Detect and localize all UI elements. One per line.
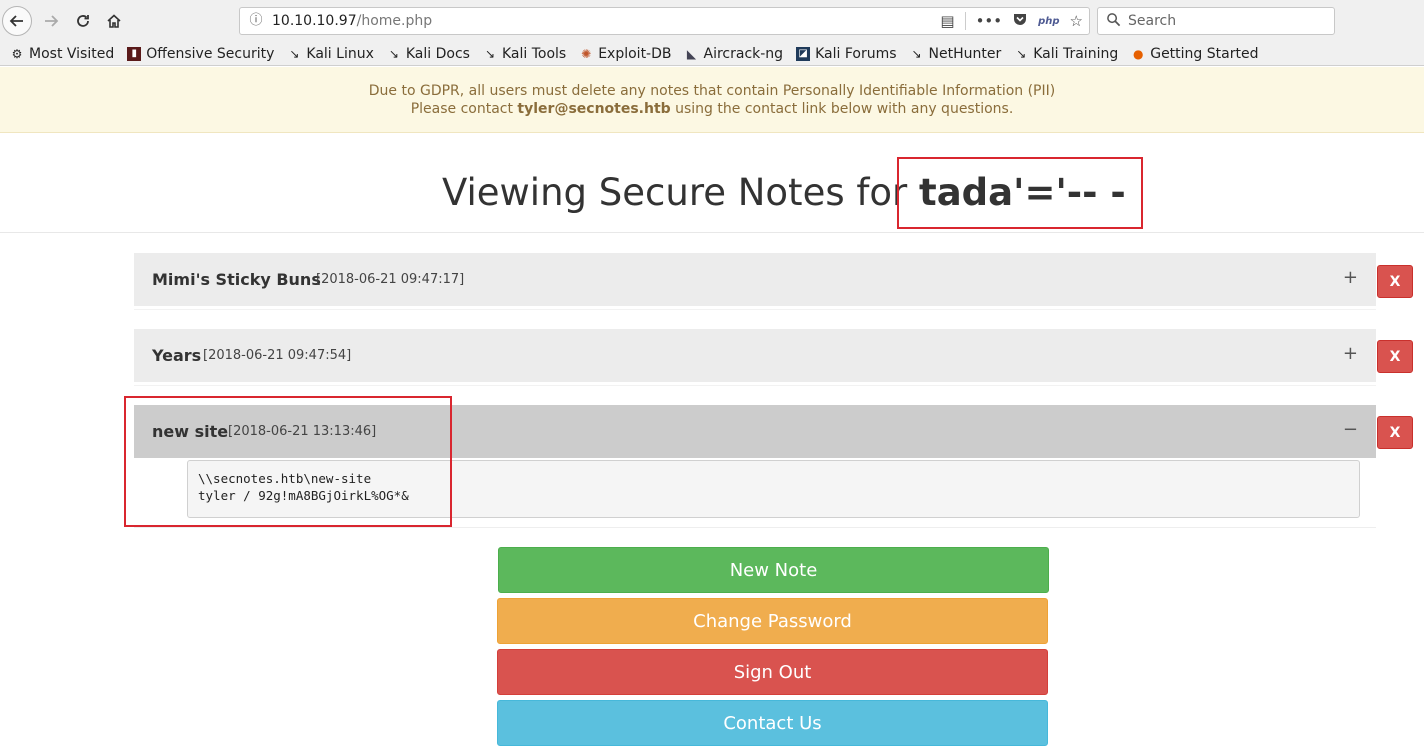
forward-button[interactable] <box>36 6 66 36</box>
bookmark-offensive-security[interactable]: ▮ Offensive Security <box>127 46 274 62</box>
arrow-left-icon <box>9 15 23 27</box>
note-date: [2018-06-21 09:47:17] <box>316 272 465 287</box>
bookmark-label: NetHunter <box>928 45 1002 62</box>
bookmark-kali-training[interactable]: ↘ Kali Training <box>1014 46 1118 62</box>
home-button[interactable] <box>99 6 129 36</box>
bookmark-label: Kali Training <box>1033 45 1119 62</box>
bookmark-label: Exploit-DB <box>598 45 672 62</box>
sign-out-button[interactable]: Sign Out <box>497 649 1048 695</box>
bookmark-label: Offensive Security <box>146 45 275 62</box>
bookmark-label: Kali Forums <box>815 45 897 62</box>
url-host: 10.10.10.97 <box>272 13 357 29</box>
bookmark-most-visited[interactable]: ⚙ Most Visited <box>10 45 115 62</box>
reload-button[interactable] <box>68 6 98 36</box>
php-icon[interactable]: php <box>1038 16 1059 27</box>
bookmark-exploit-db[interactable]: ✺ Exploit-DB <box>579 46 671 62</box>
back-button[interactable] <box>2 6 32 36</box>
bookmark-kali-tools[interactable]: ↘ Kali Tools <box>483 46 566 62</box>
reload-icon <box>77 15 89 27</box>
alert-line-1: Due to GDPR, all users must delete any n… <box>368 83 1056 99</box>
bookmark-label: Kali Docs <box>405 45 470 62</box>
url-path: /home.php <box>356 13 433 29</box>
note-date: [2018-06-21 09:47:54] <box>203 348 352 363</box>
url-actions: ▤ ••• php ☆ <box>940 11 1083 31</box>
username-highlight-box <box>897 157 1143 229</box>
gdpr-alert: Due to GDPR, all users must delete any n… <box>0 67 1424 133</box>
delete-note-button[interactable]: X <box>1377 416 1413 449</box>
new-note-button[interactable]: New Note <box>498 547 1049 593</box>
note-title: Years <box>152 346 202 365</box>
bookmark-label: Kali Linux <box>306 45 374 62</box>
reader-view-icon[interactable]: ▤ <box>940 12 954 30</box>
divider <box>964 12 966 30</box>
offsec-icon: ▮ <box>127 46 142 61</box>
home-icon <box>107 14 121 28</box>
url-bar[interactable]: ⓘ 10.10.10.97/home.php ▤ ••• php ☆ <box>239 7 1090 35</box>
delete-note-button[interactable]: X <box>1377 340 1413 373</box>
bookmark-label: Kali Tools <box>501 45 567 62</box>
bookmark-kali-docs[interactable]: ↘ Kali Docs <box>387 46 470 62</box>
bookmark-label: Aircrack-ng <box>703 45 784 62</box>
contact-us-button[interactable]: Contact Us <box>497 700 1048 746</box>
bookmark-star-icon[interactable]: ☆ <box>1070 12 1083 30</box>
alert-prefix: Please contact <box>410 101 518 117</box>
divider <box>134 382 1376 386</box>
bookmark-label: Getting Started <box>1150 45 1259 62</box>
note-header[interactable]: Years [2018-06-21 09:47:54] + <box>134 329 1376 382</box>
delete-note-button[interactable]: X <box>1377 265 1413 298</box>
bookmarks-toolbar: ⚙ Most Visited ▮ Offensive Security ↘ Kali … <box>0 42 1424 66</box>
contact-email: tyler@secnotes.htb <box>517 101 671 117</box>
kali-dragon-icon: ↘ <box>484 46 495 61</box>
browser-toolbar: ⓘ 10.10.10.97/home.php ▤ ••• php ☆ <box>0 0 1424 42</box>
search-bar[interactable] <box>1097 7 1335 35</box>
info-icon[interactable]: ⓘ <box>248 13 264 29</box>
note-highlight-box <box>124 396 452 527</box>
search-icon <box>1106 12 1121 31</box>
bookmark-kali-forums[interactable]: ◪ Kali Forums <box>796 45 897 62</box>
kali-dragon-icon: ↘ <box>911 46 922 61</box>
search-input[interactable] <box>1128 13 1328 29</box>
kali-dragon-icon: ↘ <box>388 46 399 61</box>
kali-forums-icon: ◪ <box>796 46 811 61</box>
pocket-icon[interactable] <box>1012 11 1028 31</box>
more-actions-icon[interactable]: ••• <box>976 12 1003 30</box>
kali-dragon-icon: ↘ <box>1016 46 1027 61</box>
alert-line-2: Please contact tyler@secnotes.htb using … <box>0 100 1424 118</box>
bookmark-aircrack-ng[interactable]: ◣ Aircrack-ng <box>685 45 784 62</box>
change-password-button[interactable]: Change Password <box>497 598 1048 644</box>
expand-icon[interactable]: + <box>1343 343 1358 364</box>
title-prefix: Viewing Secure Notes for <box>442 171 920 214</box>
page-header: Viewing Secure Notes for tada'='-- - <box>0 133 1424 233</box>
kali-dragon-icon: ↘ <box>289 46 300 61</box>
url-text[interactable]: 10.10.10.97/home.php <box>272 13 432 29</box>
bookmark-label: Most Visited <box>29 45 115 62</box>
note-item: Years [2018-06-21 09:47:54] + <box>134 329 1376 386</box>
firefox-icon: ● <box>1132 46 1144 61</box>
expand-icon[interactable]: + <box>1343 267 1358 288</box>
bookmark-nethunter[interactable]: ↘ NetHunter <box>910 45 1002 62</box>
note-item: Mimi's Sticky Buns [2018-06-21 09:47:17]… <box>134 253 1376 310</box>
note-title: Mimi's Sticky Buns <box>152 270 321 289</box>
alert-suffix: using the contact link below with any qu… <box>670 101 1014 117</box>
bookmark-getting-started[interactable]: ● Getting Started <box>1131 45 1259 62</box>
aircrack-icon: ◣ <box>686 46 697 61</box>
note-header[interactable]: Mimi's Sticky Buns [2018-06-21 09:47:17]… <box>134 253 1376 306</box>
bookmark-kali-linux[interactable]: ↘ Kali Linux <box>287 45 374 62</box>
gear-icon: ⚙ <box>11 46 23 61</box>
arrow-right-icon <box>45 15 59 27</box>
divider <box>134 306 1376 310</box>
exploitdb-icon: ✺ <box>581 46 592 61</box>
collapse-icon[interactable]: − <box>1343 419 1358 440</box>
